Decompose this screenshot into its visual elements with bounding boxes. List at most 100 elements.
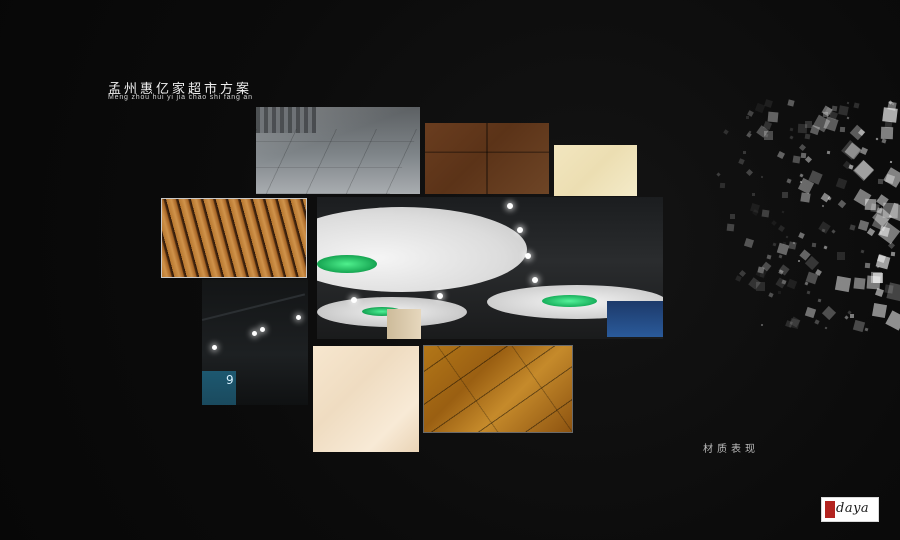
- decorative-square: [804, 307, 817, 319]
- decorative-square: [771, 220, 778, 227]
- decorative-square: [767, 111, 778, 122]
- spotlight-icon: [260, 327, 265, 332]
- spotlight-icon: [437, 293, 443, 299]
- spotlight-icon: [525, 253, 531, 259]
- decorative-square: [888, 242, 896, 250]
- decorative-square: [772, 242, 777, 247]
- decorative-square: [810, 125, 821, 136]
- decorative-square: [811, 242, 817, 248]
- decorative-square: [838, 105, 849, 117]
- decorative-square: [761, 175, 764, 178]
- decorative-square: [764, 99, 773, 109]
- decorative-square: [823, 245, 828, 249]
- decorative-square: [817, 298, 822, 303]
- decorative-square: [737, 158, 745, 165]
- floor-grid-detail: [256, 129, 420, 194]
- decorative-square: [764, 130, 774, 140]
- decorative-square: [889, 160, 893, 164]
- decorative-square: [768, 292, 774, 298]
- decorative-square: [761, 209, 770, 218]
- decorative-square: [778, 254, 783, 258]
- decorative-square: [734, 275, 742, 283]
- brown-tile-swatch: [425, 123, 549, 194]
- company-logo: daya: [821, 497, 879, 522]
- decorative-square: [798, 232, 805, 240]
- decorative-square: [849, 313, 854, 318]
- cream-tile-swatch: [554, 145, 637, 196]
- decorative-square: [720, 182, 726, 188]
- decorative-square: [729, 214, 735, 220]
- decorative-square: [787, 99, 795, 107]
- floor-photo: [256, 107, 420, 194]
- decorative-square: [857, 220, 869, 232]
- green-light-glow: [542, 295, 597, 307]
- decorative-square: [789, 135, 794, 140]
- decorative-square: [792, 155, 801, 164]
- decorative-square: [874, 288, 884, 298]
- spotlight-icon: [296, 315, 301, 320]
- decorative-square: [881, 126, 894, 140]
- decorative-square: [821, 306, 836, 321]
- decorative-square: [742, 151, 746, 154]
- spotlight-icon: [212, 345, 217, 350]
- decorative-square: [837, 199, 847, 209]
- decorative-square: [846, 116, 850, 120]
- pillar-detail: [387, 309, 421, 339]
- store-sign: 9: [202, 371, 236, 405]
- decorative-square: [890, 251, 896, 256]
- decorative-square: [871, 303, 888, 319]
- decorative-square: [860, 147, 869, 156]
- decorative-square: [835, 276, 852, 293]
- decorative-square: [797, 123, 808, 134]
- decorative-square: [726, 223, 735, 231]
- decorative-square: [787, 278, 798, 289]
- logo-wordmark: daya: [836, 501, 870, 516]
- decorative-square: [766, 254, 772, 260]
- decorative-square: [853, 277, 866, 290]
- decorative-square: [831, 229, 837, 235]
- spotlight-icon: [517, 227, 523, 233]
- decorative-square: [798, 260, 801, 263]
- spotlight-icon: [351, 297, 357, 303]
- decorative-square: [840, 140, 861, 161]
- decorative-square: [798, 144, 806, 152]
- page-subtitle: Meng zhou hui yi jia chao shi fang an: [108, 94, 253, 101]
- decorative-square: [743, 237, 754, 248]
- spotlight-icon: [532, 277, 538, 283]
- decorative-square: [748, 130, 752, 134]
- wood-floor-swatch: [423, 345, 573, 433]
- decorative-square: [746, 169, 754, 177]
- ceiling-disc: [317, 207, 527, 292]
- decorative-square: [745, 115, 749, 119]
- light-rail-detail: [202, 293, 306, 321]
- decorative-square: [759, 272, 764, 278]
- decorative-square: [852, 320, 866, 333]
- section-label: 材质表现: [703, 444, 759, 455]
- store-sign-detail: [607, 301, 663, 337]
- spotlight-icon: [507, 203, 513, 209]
- decorative-square: [849, 224, 856, 231]
- decorative-square: [820, 192, 831, 203]
- decorative-square: [777, 224, 785, 232]
- decorative-square: [887, 101, 897, 111]
- decorative-square: [882, 167, 900, 188]
- decorative-square: [786, 178, 793, 184]
- decorative-square-cluster: [715, 90, 900, 350]
- decorative-square: [788, 241, 798, 251]
- decorative-square: [826, 151, 831, 155]
- decorative-square: [824, 326, 828, 330]
- decorative-square: [840, 127, 846, 133]
- decorative-square: [867, 227, 876, 237]
- decorative-square: [781, 210, 785, 214]
- decorative-square: [817, 221, 831, 234]
- decorative-square: [804, 133, 811, 140]
- decorative-square: [800, 192, 811, 203]
- decorative-square: [777, 150, 786, 160]
- decorative-square: [821, 205, 825, 208]
- decorative-square: [723, 129, 729, 135]
- decorative-square: [751, 193, 755, 197]
- presentation-slide: 孟州惠亿家超市方案 Meng zhou hui yi jia chao shi …: [0, 0, 900, 540]
- decorative-square: [805, 156, 813, 164]
- store-interior-photo: 9: [202, 279, 308, 405]
- decorative-square: [846, 101, 849, 104]
